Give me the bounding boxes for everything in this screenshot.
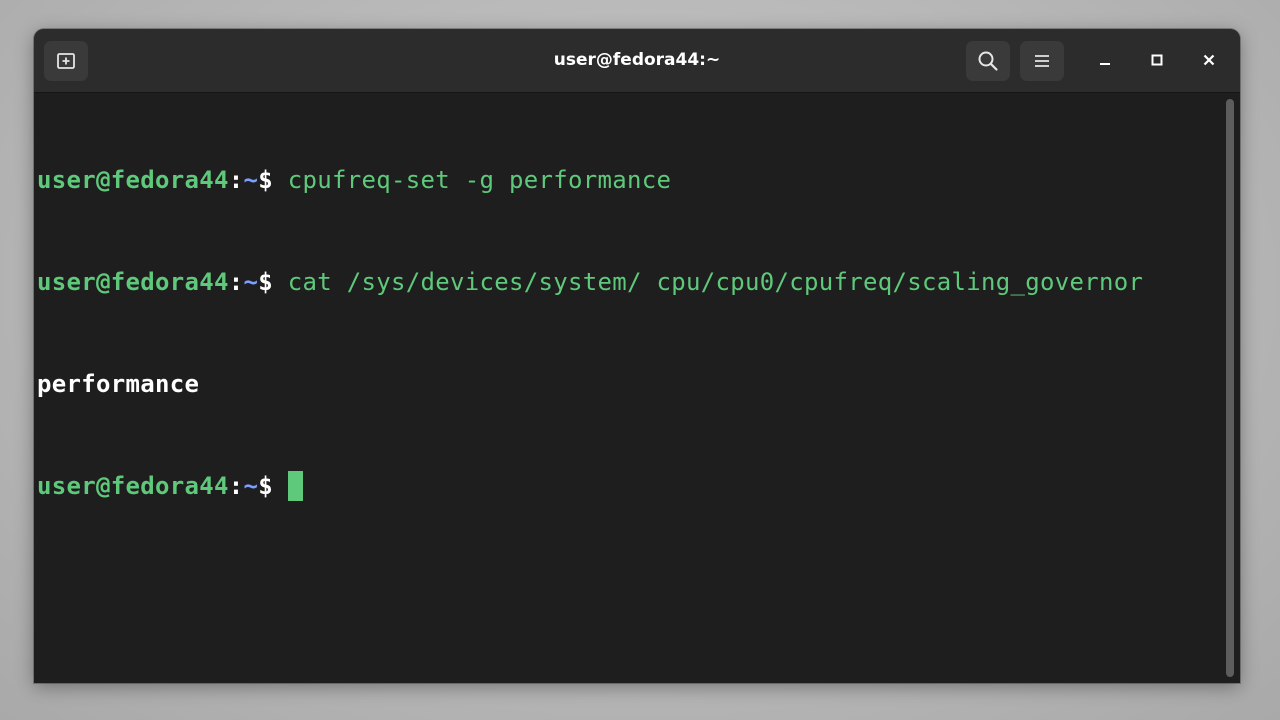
maximize-button[interactable] bbox=[1144, 48, 1170, 74]
prompt-dollar: $ bbox=[258, 166, 273, 194]
terminal-line: user@fedora44:~$ bbox=[37, 469, 1143, 503]
prompt-colon: : bbox=[228, 166, 244, 194]
prompt-path: ~ bbox=[243, 268, 259, 296]
maximize-icon bbox=[1150, 52, 1164, 71]
prompt-user-host: user@fedora44 bbox=[37, 472, 229, 500]
scrollbar[interactable] bbox=[1226, 99, 1234, 677]
terminal-window: user@fedora44:~ user@fedora44:~$ cpufreq… bbox=[34, 29, 1240, 683]
main-menu-button[interactable] bbox=[1020, 41, 1064, 81]
close-button[interactable] bbox=[1196, 48, 1222, 74]
prompt-dollar: $ bbox=[258, 268, 273, 296]
prompt-colon: : bbox=[228, 268, 244, 296]
minimize-button[interactable] bbox=[1092, 48, 1118, 74]
prompt-user-host: user@fedora44 bbox=[37, 268, 229, 296]
search-button[interactable] bbox=[966, 41, 1010, 81]
minimize-icon bbox=[1098, 52, 1112, 71]
terminal-line: user@fedora44:~$ cat /sys/devices/system… bbox=[37, 265, 1143, 299]
search-icon bbox=[977, 50, 999, 72]
close-icon bbox=[1202, 52, 1216, 71]
command-text: cpufreq-set -g performance bbox=[273, 166, 672, 194]
prompt-colon: : bbox=[228, 472, 244, 500]
terminal-area[interactable]: user@fedora44:~$ cpufreq-set -g performa… bbox=[34, 93, 1240, 683]
prompt-user-host: user@fedora44 bbox=[37, 166, 229, 194]
header-bar: user@fedora44:~ bbox=[34, 29, 1240, 93]
text-cursor bbox=[288, 471, 303, 501]
hamburger-menu-icon bbox=[1033, 53, 1051, 69]
terminal-lines: user@fedora44:~$ cpufreq-set -g performa… bbox=[37, 95, 1143, 571]
prompt-path: ~ bbox=[243, 166, 259, 194]
prompt-path: ~ bbox=[243, 472, 259, 500]
prompt-dollar: $ bbox=[258, 472, 273, 500]
terminal-line: user@fedora44:~$ cpufreq-set -g performa… bbox=[37, 163, 1143, 197]
output-text: performance bbox=[37, 370, 200, 398]
terminal-line: performance bbox=[37, 367, 1143, 401]
command-text: cat /sys/devices/system/ cpu/cpu0/cpufre… bbox=[273, 268, 1144, 296]
